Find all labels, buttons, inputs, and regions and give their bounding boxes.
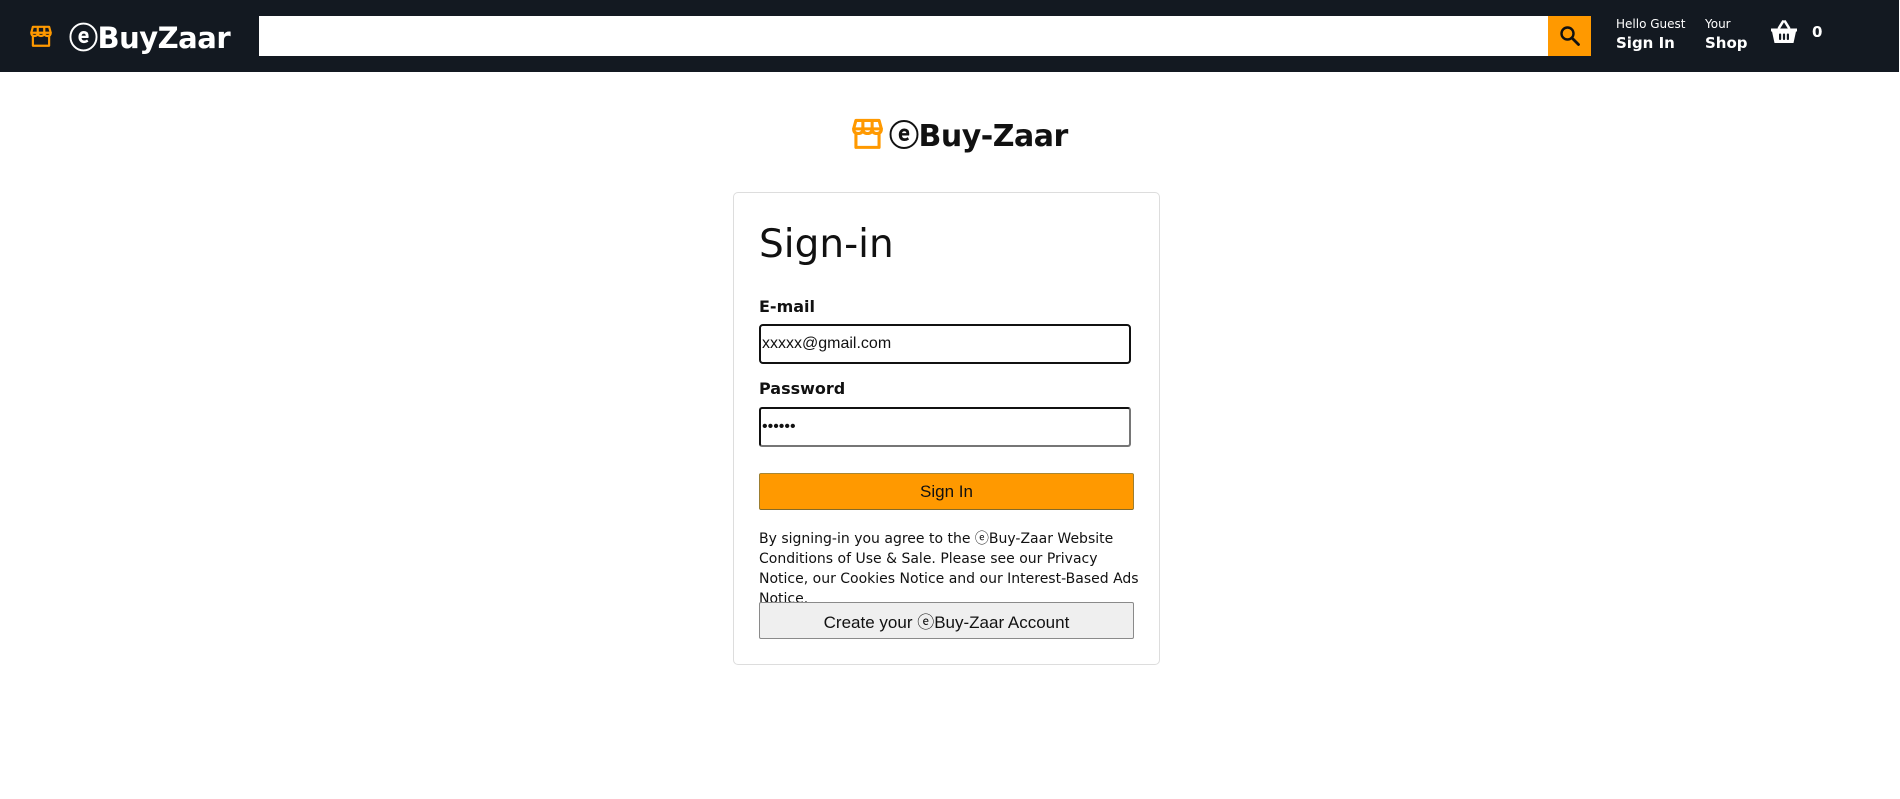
nav-signin-option[interactable]: Hello Guest Sign In bbox=[1616, 17, 1685, 54]
header-brand-logo[interactable]: ⓔBuyZaar bbox=[28, 14, 231, 58]
terms-notice: By signing-in you agree to the ⓔBuy-Zaar… bbox=[759, 531, 1139, 607]
nav-shop-label: Shop bbox=[1705, 34, 1748, 52]
nav-greeting: Hello Guest bbox=[1616, 17, 1686, 31]
storefront-icon bbox=[30, 25, 52, 47]
brand-name: ⓔBuyZaar bbox=[69, 21, 231, 55]
basket-count: 0 bbox=[1812, 23, 1823, 41]
storefront-icon bbox=[852, 118, 883, 149]
search-input[interactable] bbox=[259, 16, 1548, 56]
page-title: Sign-in bbox=[759, 222, 894, 267]
password-label: Password bbox=[759, 379, 846, 398]
email-label: E-mail bbox=[759, 297, 816, 316]
signin-button[interactable]: Sign In bbox=[759, 473, 1134, 510]
search-bar bbox=[259, 16, 1591, 56]
basket-button[interactable]: 0 bbox=[1770, 19, 1822, 45]
nav-shop-option[interactable]: Your Shop bbox=[1705, 17, 1748, 54]
password-field[interactable] bbox=[759, 407, 1131, 447]
search-icon bbox=[1559, 26, 1580, 46]
login-logo-text: ⓔBuy-Zaar bbox=[889, 119, 1068, 154]
shopping-basket-icon bbox=[1771, 20, 1797, 43]
nav-signin-label: Sign In bbox=[1616, 34, 1675, 52]
email-field[interactable] bbox=[759, 324, 1131, 364]
top-nav-header: ⓔBuyZaar Hello Guest Sign In Your Shop 0 bbox=[0, 0, 1899, 72]
search-button[interactable] bbox=[1548, 16, 1591, 56]
create-account-button[interactable]: Create your ⓔBuy-Zaar Account bbox=[759, 602, 1134, 639]
nav-shop-line-one: Your bbox=[1705, 17, 1731, 31]
login-container: Sign-in E-mail Password Sign In By signi… bbox=[733, 192, 1160, 665]
login-logo[interactable]: ⓔBuy-Zaar bbox=[849, 113, 1068, 154]
